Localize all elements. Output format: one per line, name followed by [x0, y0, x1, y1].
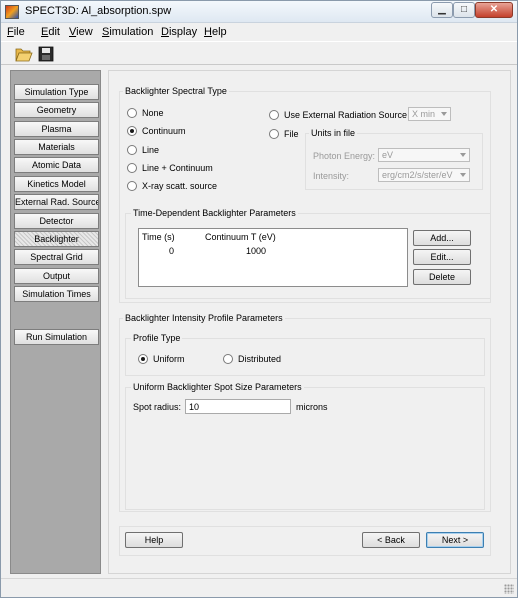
sidebar-item-backlighter[interactable]: Backlighter — [14, 231, 99, 247]
radio-file-label[interactable]: File — [284, 129, 299, 139]
title-bar[interactable]: SPECT3D: Al_absorption.spw ▁ □ ✕ — [1, 1, 517, 23]
add-button[interactable]: Add... — [413, 230, 471, 246]
maximize-button[interactable]: □ — [453, 2, 475, 18]
spot-radius-unit: microns — [296, 402, 328, 412]
units-in-file-title: Units in file — [309, 128, 358, 138]
spot-size-title: Uniform Backlighter Spot Size Parameters — [131, 382, 304, 392]
close-icon: ✕ — [489, 4, 499, 15]
app-window: SPECT3D: Al_absorption.spw ▁ □ ✕ File Ed… — [0, 0, 518, 598]
table-cell-time[interactable]: 0 — [169, 246, 174, 256]
intensity-select: erg/cm2/s/ster/eV — [378, 168, 470, 182]
sidebar-item-geometry[interactable]: Geometry — [14, 102, 99, 118]
external-source-value: X min — [412, 109, 436, 119]
app-name: SPECT3D: — [25, 5, 79, 17]
sidebar-item-output[interactable]: Output — [14, 268, 99, 284]
radio-file[interactable] — [269, 129, 279, 139]
profile-type-title: Profile Type — [131, 333, 183, 343]
menu-view-label: iew — [76, 26, 93, 38]
help-button[interactable]: Help — [125, 532, 183, 548]
sidebar-item-simulation-type[interactable]: Simulation Type — [14, 84, 99, 100]
spot-radius-input[interactable] — [185, 399, 291, 414]
menu-display-label: isplay — [168, 26, 198, 38]
menu-file-accel: F — [7, 26, 14, 38]
chevron-down-icon — [460, 173, 466, 177]
radio-distributed[interactable] — [223, 354, 233, 364]
file-name: Al_absorption.spw — [81, 5, 172, 17]
menu-help-label: elp — [211, 26, 227, 38]
window-title: SPECT3D: Al_absorption.spw — [25, 5, 171, 17]
radio-line-continuum-label[interactable]: Line + Continuum — [142, 163, 213, 173]
run-simulation-button[interactable]: Run Simulation — [14, 329, 99, 345]
spect3d-app-icon — [5, 5, 19, 19]
external-source-select: X min — [408, 107, 451, 121]
delete-button[interactable]: Delete — [413, 269, 471, 285]
back-button[interactable]: < Back — [362, 532, 420, 548]
radio-use-external-label[interactable]: Use External Radiation Source — [284, 110, 407, 120]
sidebar-item-atomic-data[interactable]: Atomic Data — [14, 157, 99, 173]
backlighter-panel: Backlighter Spectral Type None Continuum… — [108, 70, 511, 574]
sidebar-item-spectral-grid[interactable]: Spectral Grid — [14, 249, 99, 265]
menu-view[interactable]: View — [69, 26, 93, 38]
folder-open-icon[interactable] — [15, 45, 33, 63]
radio-uniform-label[interactable]: Uniform — [153, 354, 185, 364]
radio-use-external[interactable] — [269, 110, 279, 120]
sidebar-item-materials[interactable]: Materials — [14, 139, 99, 155]
minimize-icon: ▁ — [438, 4, 446, 15]
sidebar-item-simulation-times[interactable]: Simulation Times — [14, 286, 99, 302]
radio-line[interactable] — [127, 145, 137, 155]
menu-simulation-label: imulation — [109, 26, 154, 38]
sidebar-item-kinetics-model[interactable]: Kinetics Model — [14, 176, 99, 192]
menu-display-accel: D — [161, 26, 169, 38]
radio-xray-scatt[interactable] — [127, 181, 137, 191]
sidebar-item-plasma[interactable]: Plasma — [14, 121, 99, 137]
backlighter-params-table[interactable]: Time (s) Continuum T (eV) 0 1000 — [138, 228, 408, 287]
close-button[interactable]: ✕ — [475, 2, 513, 18]
column-header-continuum-t[interactable]: Continuum T (eV) — [205, 232, 276, 242]
photon-energy-label: Photon Energy: — [313, 151, 376, 161]
radio-uniform[interactable] — [138, 354, 148, 364]
menu-help-accel: H — [204, 26, 212, 38]
menu-file-label: ile — [13, 26, 25, 38]
intensity-value: erg/cm2/s/ster/eV — [382, 170, 453, 180]
status-bar — [1, 578, 517, 597]
save-disk-icon[interactable] — [37, 45, 55, 63]
radio-none-label[interactable]: None — [142, 108, 164, 118]
resize-grip-icon[interactable] — [504, 584, 514, 594]
menu-edit-label: dit — [48, 26, 60, 38]
sidebar-item-detector[interactable]: Detector — [14, 213, 99, 229]
menu-bar: File Edit View Simulation Display Help — [1, 23, 517, 41]
menu-display[interactable]: Display — [161, 26, 197, 38]
intensity-profile-title: Backlighter Intensity Profile Parameters — [123, 313, 285, 323]
spectral-type-title: Backlighter Spectral Type — [123, 86, 229, 96]
toolbar — [1, 41, 517, 65]
sidebar-item-external-rad-source[interactable]: External Rad. Source — [14, 194, 99, 210]
chevron-down-icon — [441, 112, 447, 116]
spot-radius-label: Spot radius: — [133, 402, 182, 412]
radio-continuum-label[interactable]: Continuum — [142, 126, 186, 136]
column-header-time[interactable]: Time (s) — [142, 232, 175, 242]
next-button[interactable]: Next > — [426, 532, 484, 548]
photon-energy-select: eV — [378, 148, 470, 162]
sidebar: Simulation Type Geometry Plasma Material… — [10, 70, 101, 574]
menu-file[interactable]: File — [7, 26, 25, 38]
edit-button[interactable]: Edit... — [413, 249, 471, 265]
photon-energy-value: eV — [382, 150, 394, 160]
menu-simulation[interactable]: Simulation — [102, 26, 153, 38]
intensity-label: Intensity: — [313, 171, 350, 181]
menu-edit[interactable]: Edit — [41, 26, 60, 38]
maximize-icon: □ — [460, 4, 468, 15]
table-cell-continuum-t[interactable]: 1000 — [246, 246, 266, 256]
chevron-down-icon — [460, 153, 466, 157]
minimize-button[interactable]: ▁ — [431, 2, 453, 18]
time-dependent-title: Time-Dependent Backlighter Parameters — [131, 208, 298, 218]
radio-distributed-label[interactable]: Distributed — [238, 354, 281, 364]
radio-line-continuum[interactable] — [127, 163, 137, 173]
radio-line-label[interactable]: Line — [142, 145, 159, 155]
menu-help[interactable]: Help — [204, 26, 227, 38]
radio-none[interactable] — [127, 108, 137, 118]
radio-xray-scatt-label[interactable]: X-ray scatt. source — [142, 181, 217, 191]
radio-continuum[interactable] — [127, 126, 137, 136]
